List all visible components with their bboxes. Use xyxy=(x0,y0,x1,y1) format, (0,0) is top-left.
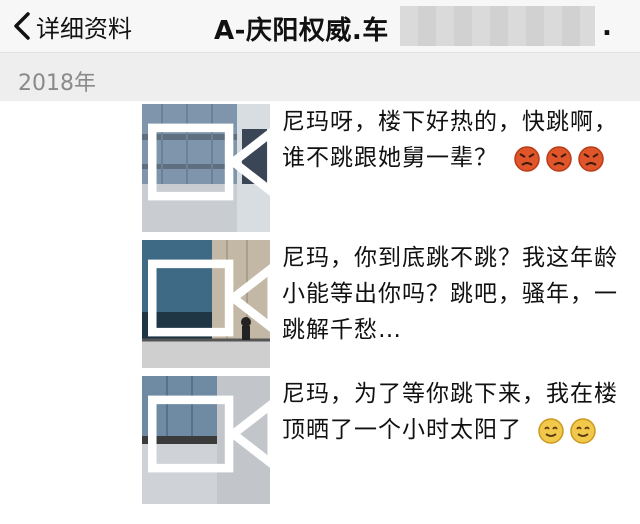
angry-face-icon xyxy=(514,145,541,172)
redacted-area xyxy=(400,6,595,46)
angry-face-icon xyxy=(546,145,573,172)
video-icon xyxy=(148,395,270,473)
post-text: 尼玛，你到底跳不跳？我这年龄小能等出你吗？跳吧，骚年，一跳解千愁… xyxy=(282,240,622,348)
video-icon xyxy=(148,259,270,337)
back-label: 详细资料 xyxy=(36,14,132,43)
chevron-left-icon xyxy=(14,12,30,40)
top-bar: 详细资料 A-庆阳权威.车 . xyxy=(0,0,640,53)
post-text-content: 尼玛，你到底跳不跳？我这年龄小能等出你吗？跳吧，骚年，一跳解千愁… xyxy=(282,245,618,343)
page-title: A-庆阳权威.车 xyxy=(214,16,389,46)
year-label: 2018年 xyxy=(18,71,96,96)
emoji-row xyxy=(514,145,605,172)
moment-post: 尼玛呀，楼下好热的，快跳啊，谁不跳跟她舅一辈？ xyxy=(142,104,622,232)
smiling-face-icon xyxy=(570,417,597,444)
year-divider: 2018年 xyxy=(0,53,640,101)
video-thumbnail[interactable] xyxy=(142,376,270,504)
title-trailing: . xyxy=(602,12,612,42)
video-icon xyxy=(148,123,270,201)
video-thumbnail[interactable] xyxy=(142,240,270,368)
video-thumbnail[interactable] xyxy=(142,104,270,232)
post-text: 尼玛呀，楼下好热的，快跳啊，谁不跳跟她舅一辈？ xyxy=(282,104,622,176)
post-text: 尼玛，为了等你跳下来，我在楼顶晒了一个小时太阳了 xyxy=(282,376,622,448)
angry-face-icon xyxy=(578,145,605,172)
smiling-face-icon xyxy=(538,417,565,444)
moment-post: 尼玛，你到底跳不跳？我这年龄小能等出你吗？跳吧，骚年，一跳解千愁… xyxy=(142,240,622,368)
back-button[interactable]: 详细资料 xyxy=(12,8,132,44)
emoji-row xyxy=(538,417,597,444)
moment-post: 尼玛，为了等你跳下来，我在楼顶晒了一个小时太阳了 xyxy=(142,376,622,504)
